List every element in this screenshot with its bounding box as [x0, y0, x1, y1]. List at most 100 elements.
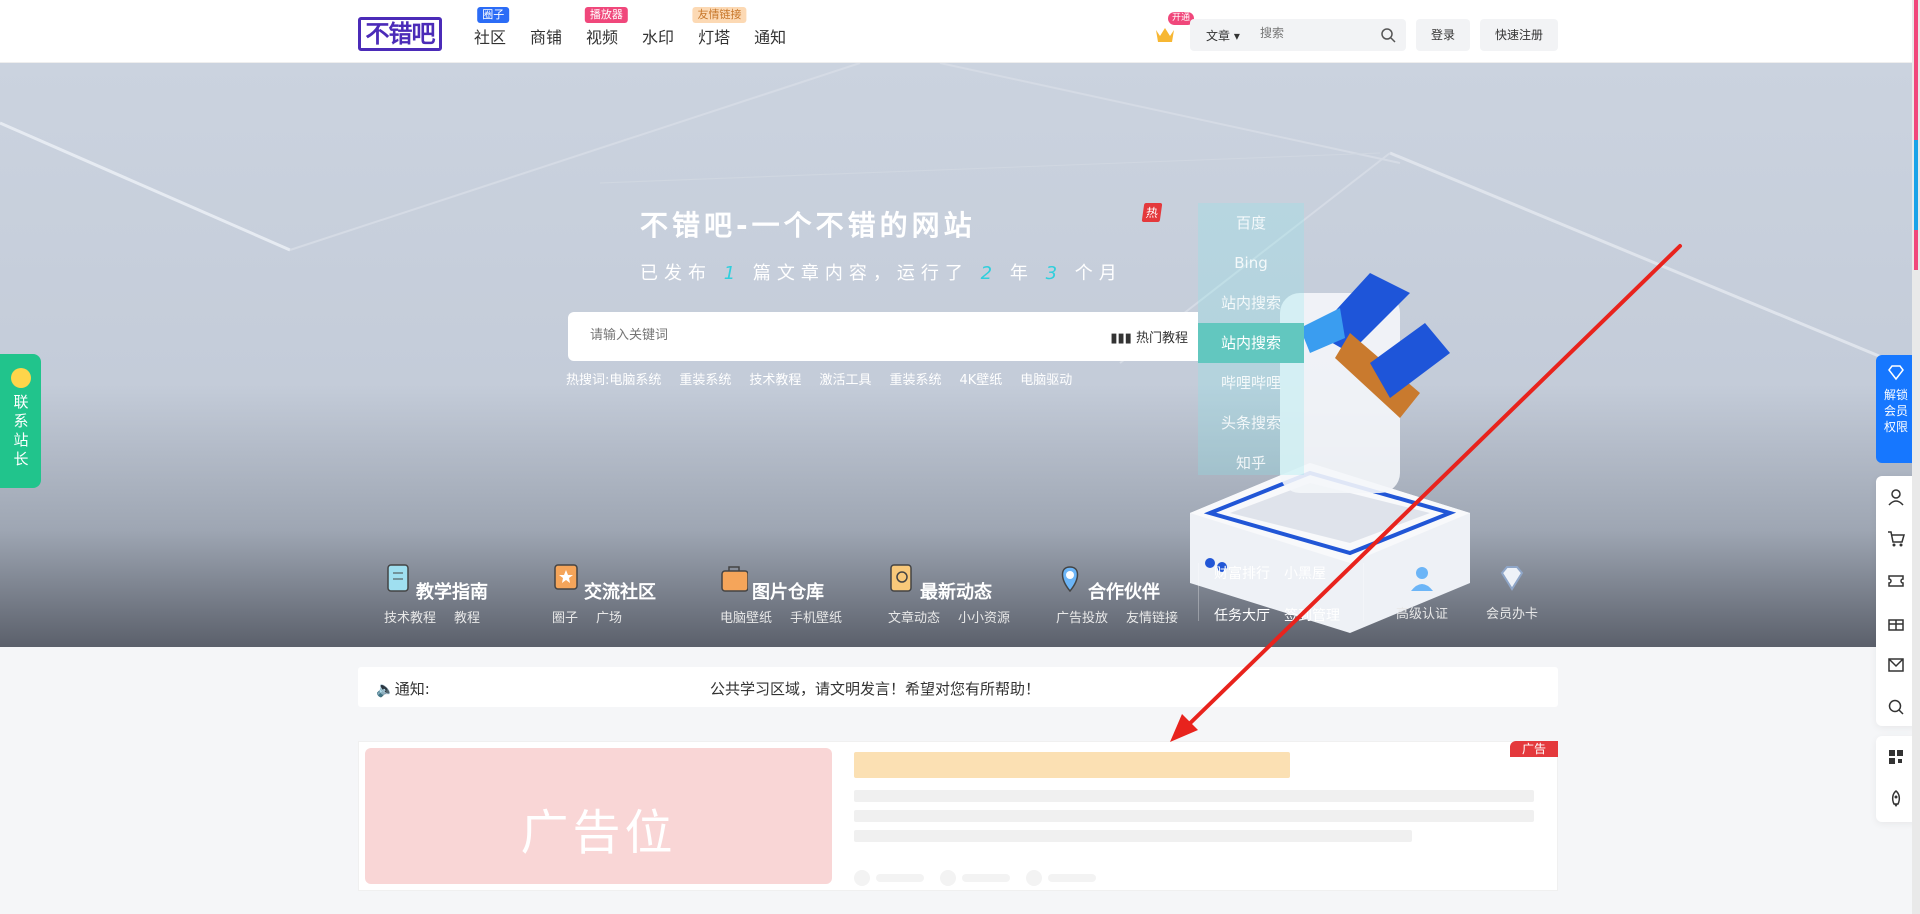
checkin-link[interactable]: 签到管理	[1284, 605, 1340, 625]
skeleton-pill	[1048, 874, 1096, 882]
hot-word-link[interactable]: 激活工具	[819, 369, 871, 388]
category-link[interactable]: 电脑壁纸	[720, 607, 772, 626]
hero-search-input[interactable]	[590, 327, 990, 342]
search-engine-option[interactable]: 站内搜索	[1198, 323, 1304, 363]
category-link[interactable]: 手机壁纸	[790, 607, 842, 626]
book-icon	[387, 564, 409, 592]
hot-word-link[interactable]: 电脑系统	[609, 369, 661, 388]
search-engine-option[interactable]: Bing	[1198, 243, 1304, 283]
hot-word-link[interactable]: 重装系统	[679, 369, 731, 388]
search-icon[interactable]	[1380, 27, 1396, 43]
gift-button[interactable]	[1876, 602, 1916, 644]
rocket-button[interactable]	[1876, 778, 1916, 820]
search-engine-option[interactable]: 百度	[1198, 203, 1304, 243]
ticket-icon	[1888, 575, 1904, 587]
ad-card[interactable]: 广告位 广告	[358, 741, 1558, 891]
nav-item[interactable]: 商铺	[530, 24, 562, 48]
divider	[1198, 563, 1199, 621]
nav-label: 社区	[474, 28, 507, 47]
category-links: 圈子 广场	[552, 607, 622, 626]
months-count: 3	[1045, 263, 1064, 284]
star-icon	[554, 564, 578, 590]
main-nav: 圈子 社区 商铺 播放器 视频 水印 友情链接 灯塔 通知	[474, 7, 810, 48]
hot-words-label: 热搜词:	[566, 373, 610, 388]
unlock-vip-label: 解锁会员权限	[1883, 388, 1908, 434]
divider	[1363, 563, 1364, 621]
search-engine-option[interactable]: 站内搜索	[1198, 283, 1304, 323]
notice-bar: 🔈通知: 公共学习区域，请文明发言！希望对您有所帮助！	[358, 667, 1558, 707]
mail-button[interactable]	[1876, 644, 1916, 686]
category-link[interactable]: 友情链接	[1126, 607, 1178, 626]
location-icon	[1061, 566, 1079, 593]
speaker-icon: 🔈	[376, 680, 395, 698]
category-link[interactable]: 广场	[596, 607, 622, 626]
login-button[interactable]: 登录	[1416, 19, 1470, 51]
category-link[interactable]: 小小资源	[958, 607, 1010, 626]
ad-image-text: 广告位	[520, 805, 677, 861]
qrcode-button[interactable]	[1876, 736, 1916, 778]
years-count: 2	[980, 263, 999, 284]
site-logo[interactable]: 不错吧	[358, 17, 442, 51]
crown-icon[interactable]	[1154, 24, 1176, 44]
skeleton-dot	[940, 870, 956, 886]
search-engine-option[interactable]: 知乎	[1198, 443, 1304, 483]
search-engine-option[interactable]: 头条搜索	[1198, 403, 1304, 443]
hot-tutorial-button[interactable]: ▮▮▮ 热门教程	[1110, 327, 1188, 346]
blackroom-link[interactable]: 小黑屋	[1284, 563, 1326, 583]
bars-icon: ▮▮▮	[1110, 331, 1132, 346]
hero-banner: 不错吧-一个不错的网站 已发布 1 篇文章内容，运行了 2 年 3 个月 热 ▮…	[0, 63, 1920, 647]
header-search-input[interactable]	[1260, 26, 1370, 40]
search-button[interactable]	[1876, 686, 1916, 728]
category-link[interactable]: 教程	[454, 607, 480, 626]
scrollbar[interactable]	[1912, 0, 1920, 914]
gift-icon	[1888, 619, 1904, 631]
nav-label: 灯塔	[698, 28, 731, 47]
nav-label: 视频	[586, 28, 619, 47]
category-link[interactable]: 技术教程	[384, 607, 436, 626]
scroll-accent	[1914, 230, 1918, 270]
user-button[interactable]	[1876, 476, 1916, 518]
skeleton-pill	[962, 874, 1010, 882]
category-title: 最新动态	[920, 582, 992, 603]
category-title: 合作伙伴	[1088, 582, 1160, 603]
category-link[interactable]: 广告投放	[1056, 607, 1108, 626]
skeleton-dot	[1026, 870, 1042, 886]
register-button[interactable]: 快速注册	[1480, 19, 1558, 51]
unlock-vip-button[interactable]: 解锁会员权限	[1876, 355, 1916, 463]
nav-label: 水印	[642, 28, 675, 47]
category-title: 交流社区	[584, 582, 656, 603]
category-link[interactable]: 圈子	[552, 607, 578, 626]
member-card-badge[interactable]: 会员办卡	[1477, 563, 1547, 622]
nav-item[interactable]: 通知	[754, 24, 786, 48]
contact-admin-tab[interactable]: 联系站长	[0, 354, 41, 488]
category-links: 电脑壁纸 手机壁纸	[720, 607, 842, 626]
hot-word-link[interactable]: 重装系统	[889, 369, 941, 388]
nav-item[interactable]: 圈子 社区	[474, 7, 510, 48]
hot-word-link[interactable]: 电脑驱动	[1020, 369, 1072, 388]
skeleton-line	[854, 810, 1534, 822]
nav-item[interactable]: 友情链接 灯塔	[692, 7, 747, 48]
cart-button[interactable]	[1876, 518, 1916, 560]
notice-label: 🔈通知:	[376, 680, 430, 698]
hot-word-link[interactable]: 技术教程	[749, 369, 801, 388]
search-type-select[interactable]: 文章 ▾	[1206, 27, 1240, 44]
nav-item[interactable]: 水印	[642, 24, 674, 48]
nav-label: 通知	[754, 28, 787, 47]
wealth-rank-link[interactable]: 财富排行	[1214, 563, 1270, 583]
search-engine-option[interactable]: 哔哩哔哩	[1198, 363, 1304, 403]
hero-title: 不错吧-一个不错的网站	[640, 209, 976, 242]
skeleton-line	[854, 830, 1412, 842]
ticket-button[interactable]	[1876, 560, 1916, 602]
badge-label: 高级认证	[1395, 607, 1448, 622]
task-hall-link[interactable]: 任务大厅	[1214, 605, 1270, 625]
category-link[interactable]: 文章动态	[888, 607, 940, 626]
notice-text: 公共学习区域，请文明发言！希望对您有所帮助！	[710, 680, 1041, 698]
advanced-cert-badge[interactable]: 高级认证	[1387, 563, 1457, 622]
hot-word-link[interactable]: 4K壁纸	[959, 369, 1002, 388]
category-title: 教学指南	[416, 582, 488, 603]
skeleton-title	[854, 752, 1290, 778]
category-title: 图片仓库	[752, 582, 824, 603]
cart-icon	[1888, 531, 1905, 547]
ad-image[interactable]: 广告位	[365, 748, 832, 884]
nav-item[interactable]: 播放器 视频	[584, 7, 628, 48]
